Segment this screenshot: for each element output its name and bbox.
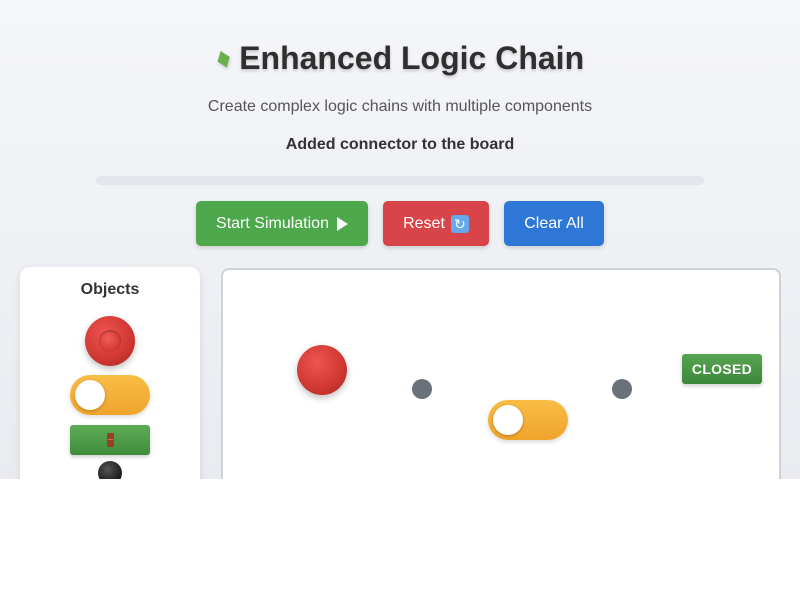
door-icon bbox=[106, 433, 114, 447]
palette-ball-icon[interactable] bbox=[98, 461, 122, 479]
reset-button[interactable]: Reset ↻ bbox=[383, 201, 489, 246]
toggle-knob bbox=[493, 405, 523, 435]
progress-bar bbox=[96, 176, 704, 185]
board-connector[interactable] bbox=[412, 379, 432, 399]
clear-all-label: Clear All bbox=[524, 214, 584, 232]
reset-label: Reset bbox=[403, 214, 445, 232]
board-door-block[interactable]: CLOSED bbox=[682, 354, 762, 384]
page-subtitle: Create complex logic chains with multipl… bbox=[207, 98, 593, 115]
objects-panel: Objects bbox=[20, 267, 200, 479]
app-root: ♦ Enhanced Logic Chain Create complex lo… bbox=[0, 0, 800, 479]
page-title: ♦ Enhanced Logic Chain bbox=[0, 40, 800, 77]
red-button-cap bbox=[99, 330, 121, 352]
board-connector[interactable] bbox=[612, 379, 632, 399]
play-icon bbox=[336, 216, 348, 231]
door-state-label: CLOSED bbox=[691, 361, 753, 377]
page-title-text: Enhanced Logic Chain bbox=[239, 40, 585, 76]
toggle-knob bbox=[75, 380, 105, 410]
palette-door-block[interactable] bbox=[70, 425, 150, 455]
status-message: Added connector to the board bbox=[285, 136, 515, 153]
board-toggle-switch[interactable] bbox=[488, 400, 568, 440]
start-simulation-button[interactable]: Start Simulation bbox=[196, 201, 368, 246]
puzzle-piece-icon: ♦ bbox=[210, 39, 237, 77]
logic-board[interactable]: CLOSED bbox=[221, 268, 781, 479]
start-simulation-label: Start Simulation bbox=[216, 214, 329, 232]
board-red-button[interactable] bbox=[297, 345, 347, 395]
clear-all-button[interactable]: Clear All bbox=[504, 201, 604, 246]
objects-panel-title: Objects bbox=[80, 281, 140, 298]
refresh-icon: ↻ bbox=[450, 214, 469, 233]
palette-red-button-icon[interactable] bbox=[85, 316, 135, 366]
palette-toggle-icon[interactable] bbox=[70, 375, 150, 415]
